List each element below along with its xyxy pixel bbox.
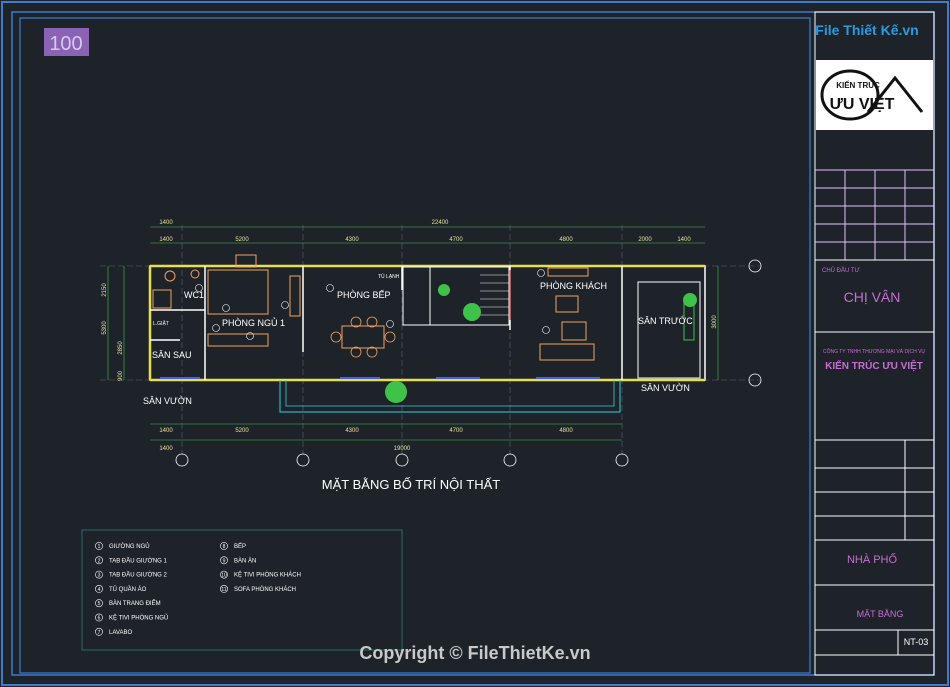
dim-bottom-1: 1400 xyxy=(159,428,173,434)
legend-number: 7 xyxy=(98,630,101,636)
label-bedroom: PHÒNG NGỦ 1 xyxy=(222,317,285,328)
legend-label: SOFA PHÒNG KHÁCH xyxy=(234,586,296,593)
legend-label: GIƯỜNG NGỦ xyxy=(109,543,150,550)
dim-bottom-5: 4800 xyxy=(559,428,573,434)
dim-bottom-3: 4300 xyxy=(345,428,359,434)
label-garden-left: SÂN VƯỜN xyxy=(143,396,192,406)
legend-label: BẾP xyxy=(234,543,246,550)
legend-number: 5 xyxy=(98,601,101,607)
company-logo xyxy=(816,60,933,130)
legend-number: 8 xyxy=(223,544,226,550)
owner-name: CHỊ VÂN xyxy=(844,289,901,305)
company-name: KIẾN TRÚC ƯU VIỆT xyxy=(825,359,923,372)
legend-label: TỦ QUẦN ÁO xyxy=(109,586,147,593)
dim-top-2: 5200 xyxy=(235,237,249,243)
dim-top-6: 2000 xyxy=(638,237,652,243)
dim-bottom-2: 5200 xyxy=(235,428,249,434)
dim-top-5: 4800 xyxy=(559,237,573,243)
legend-label: TAB ĐẦU GIƯỜNG 2 xyxy=(109,572,167,579)
legend-number: 11 xyxy=(221,587,226,593)
watermark-site: File Thiết Kế.vn xyxy=(815,22,918,38)
legend-number: 3 xyxy=(98,573,101,579)
company-small: CÔNG TY TNHH THƯƠNG MẠI VÀ DỊCH VỤ xyxy=(823,348,925,355)
dim-left-2: 5300 xyxy=(102,321,108,335)
copyright-text: Copyright © FileThietKe.vn xyxy=(359,643,590,663)
label-laundry: L.GIẶT xyxy=(153,320,169,327)
dim-top-first: 1400 xyxy=(159,220,173,226)
legend-number: 6 xyxy=(98,616,101,622)
dim-right: 3000 xyxy=(712,315,718,329)
label-fridge: TỦ LẠNH xyxy=(378,273,400,280)
dim-top-total: 22400 xyxy=(432,220,449,226)
dim-bottom-4: 4700 xyxy=(449,428,463,434)
plan-title: MẶT BẰNG BỐ TRÍ NỘI THẤT xyxy=(322,477,500,492)
owner-label: CHỦ ĐẦU TƯ xyxy=(822,267,860,274)
sheet-number: NT-03 xyxy=(904,637,929,647)
label-back-yard: SÂN SAU xyxy=(152,350,192,360)
legend-number: 9 xyxy=(223,558,226,564)
dim-left-1: 2150 xyxy=(102,283,108,297)
dim-bottom-total: 19000 xyxy=(394,446,411,452)
logo-line2: ƯU VIỆT xyxy=(830,94,895,113)
cad-drawing: 100 File Thiết Kế.vn KIẾN TRÚC ƯU VIỆT C… xyxy=(1,1,949,686)
legend-label: TAB ĐẦU GIƯỜNG 1 xyxy=(109,557,167,564)
label-kitchen: PHÒNG BẾP xyxy=(337,290,391,300)
label-living: PHÒNG KHÁCH xyxy=(540,281,607,291)
legend-label: KỆ TIVI PHÒNG KHÁCH xyxy=(234,571,301,579)
scale-badge-text: 100 xyxy=(49,33,82,55)
dim-left-4: 900 xyxy=(118,370,124,381)
legend-label: KỆ TIVI PHÒNG NGỦ xyxy=(109,614,168,622)
legend-number: 10 xyxy=(221,573,227,579)
label-wc: WC1 xyxy=(184,290,204,300)
dim-bottom-first: 1400 xyxy=(159,446,173,452)
dim-top-3: 4300 xyxy=(345,237,359,243)
dim-top-4: 4700 xyxy=(449,237,463,243)
dim-top-1: 1400 xyxy=(159,237,173,243)
label-front-yard: SÂN TRƯỚC xyxy=(638,316,693,326)
outer-frame xyxy=(1,1,949,686)
legend-number: 1 xyxy=(98,544,101,550)
logo-line1: KIẾN TRÚC xyxy=(836,80,880,90)
label-garden-right: SÂN VƯỜN xyxy=(641,383,690,393)
sheet-title: MẶT BẰNG xyxy=(857,609,904,619)
legend-number: 2 xyxy=(98,558,101,564)
legend-label: LAVABO xyxy=(109,630,132,636)
legend-label: BÀN TRANG ĐIỂM xyxy=(109,600,161,607)
legend-number: 4 xyxy=(98,587,101,593)
dim-left-3: 2850 xyxy=(118,341,124,355)
legend-label: BÀN ĂN xyxy=(234,557,256,564)
project-type: NHÀ PHỐ xyxy=(847,552,898,566)
dim-top-7: 1400 xyxy=(677,237,691,243)
